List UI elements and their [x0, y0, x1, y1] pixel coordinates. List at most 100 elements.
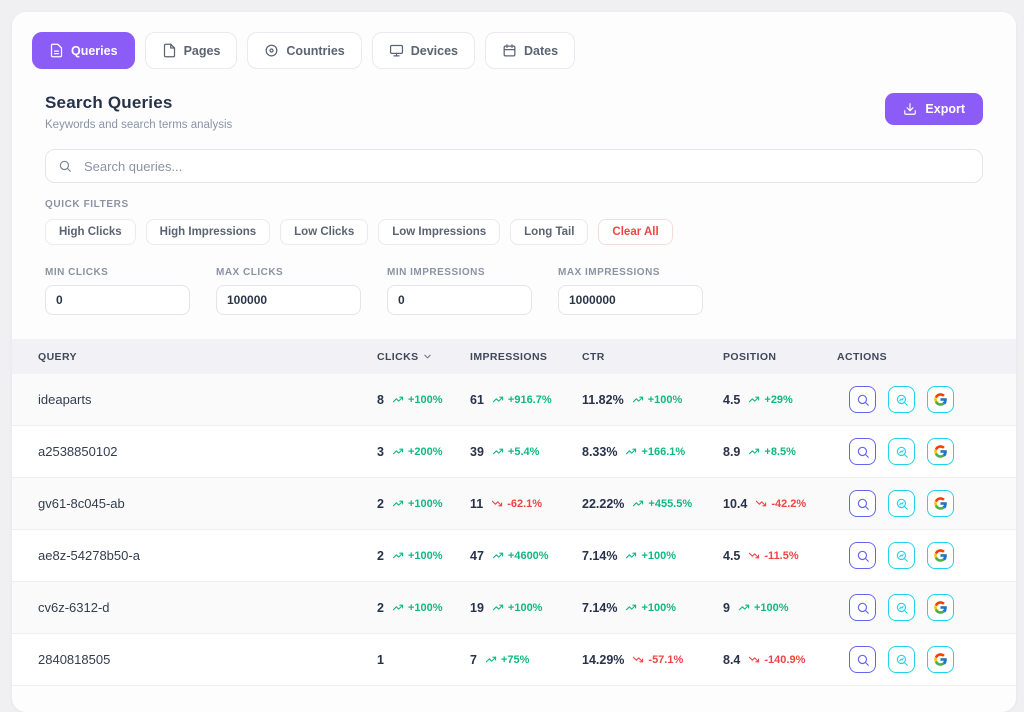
trend-arrow-icon: [391, 394, 405, 405]
search-query-button[interactable]: [849, 594, 876, 621]
tab-countries[interactable]: Countries: [247, 32, 361, 69]
ctr-cell: 8.33% +166.1%: [582, 445, 723, 459]
filter-high-clicks[interactable]: High Clicks: [45, 219, 136, 245]
search-query-button[interactable]: [849, 438, 876, 465]
google-search-button[interactable]: [927, 438, 954, 465]
column-position: POSITION: [723, 351, 837, 363]
download-icon: [903, 102, 917, 116]
filter-long-tail[interactable]: Long Tail: [510, 219, 588, 245]
position-cell: 9 +100%: [723, 601, 837, 615]
analyze-query-button[interactable]: [888, 594, 915, 621]
google-search-button[interactable]: [927, 386, 954, 413]
trend-arrow-icon: [747, 550, 761, 561]
impressions-trend: +4600%: [491, 550, 549, 562]
tab-queries[interactable]: Queries: [32, 32, 135, 69]
actions-cell: [837, 646, 1016, 673]
ctr-trend: +100%: [631, 394, 683, 406]
search-input[interactable]: [45, 149, 983, 183]
trend-arrow-icon: [631, 654, 645, 665]
filter-high-impressions[interactable]: High Impressions: [146, 219, 271, 245]
tab-label: Dates: [524, 44, 558, 58]
magnifier-trend-icon: [895, 549, 909, 563]
trend-arrow-icon: [747, 654, 761, 665]
impressions-cell: 19 +100%: [470, 601, 582, 615]
google-search-button[interactable]: [927, 490, 954, 517]
quick-filter-chips: High Clicks High Impressions Low Clicks …: [45, 219, 983, 245]
query-cell: a2538850102: [12, 444, 377, 459]
ctr-cell: 22.22% +455.5%: [582, 497, 723, 511]
trend-arrow-icon: [391, 498, 405, 509]
position-trend: -42.2%: [754, 498, 806, 510]
ctr-cell: 14.29% -57.1%: [582, 653, 723, 667]
search-query-button[interactable]: [849, 490, 876, 517]
max-impressions-input[interactable]: [558, 285, 703, 315]
filter-low-impressions[interactable]: Low Impressions: [378, 219, 500, 245]
page-icon: [162, 43, 177, 58]
google-search-button[interactable]: [927, 646, 954, 673]
actions-cell: [837, 386, 1016, 413]
clicks-trend: +100%: [391, 602, 443, 614]
analyze-query-button[interactable]: [888, 490, 915, 517]
tab-label: Queries: [71, 44, 118, 58]
max-clicks-label: MAX CLICKS: [216, 267, 361, 278]
trend-arrow-icon: [491, 394, 505, 405]
table-row: gv61-8c045-ab 2 +100% 11 -62.1% 22.22% +…: [12, 478, 1016, 530]
ctr-trend: +100%: [624, 550, 676, 562]
tab-dates[interactable]: Dates: [485, 32, 575, 69]
min-impressions-input[interactable]: [387, 285, 532, 315]
ctr-cell: 7.14% +100%: [582, 601, 723, 615]
impressions-cell: 11 -62.1%: [470, 497, 582, 511]
trend-arrow-icon: [631, 498, 645, 509]
impressions-trend: +5.4%: [491, 446, 540, 458]
tab-pages[interactable]: Pages: [145, 32, 238, 69]
query-cell: cv6z-6312-d: [12, 600, 377, 615]
sort-caret-icon: [422, 351, 433, 362]
clicks-trend: +200%: [391, 446, 443, 458]
search-icon: [58, 159, 72, 173]
tab-label: Devices: [411, 44, 458, 58]
column-impressions: IMPRESSIONS: [470, 351, 582, 363]
impressions-trend: +916.7%: [491, 394, 552, 406]
position-cell: 8.9 +8.5%: [723, 445, 837, 459]
search-query-button[interactable]: [849, 386, 876, 413]
google-logo-icon: [933, 496, 948, 511]
clear-all-button[interactable]: Clear All: [598, 219, 672, 245]
tab-label: Countries: [286, 44, 344, 58]
tab-bar: Queries Pages Countries Devices Dates: [12, 12, 1016, 81]
position-trend: +29%: [747, 394, 792, 406]
position-cell: 8.4 -140.9%: [723, 653, 837, 667]
export-label: Export: [925, 102, 965, 116]
quick-filters-label: QUICK FILTERS: [45, 199, 983, 210]
export-button[interactable]: Export: [885, 93, 983, 125]
trend-arrow-icon: [624, 446, 638, 457]
min-clicks-input[interactable]: [45, 285, 190, 315]
analyze-query-button[interactable]: [888, 386, 915, 413]
magnifier-icon: [856, 601, 870, 615]
tab-devices[interactable]: Devices: [372, 32, 475, 69]
magnifier-trend-icon: [895, 445, 909, 459]
main-panel: Queries Pages Countries Devices Dates Se…: [12, 12, 1016, 712]
magnifier-icon: [856, 653, 870, 667]
google-search-button[interactable]: [927, 594, 954, 621]
trend-arrow-icon: [484, 654, 498, 665]
analyze-query-button[interactable]: [888, 542, 915, 569]
analyze-query-button[interactable]: [888, 438, 915, 465]
actions-cell: [837, 438, 1016, 465]
search-query-button[interactable]: [849, 646, 876, 673]
analyze-query-button[interactable]: [888, 646, 915, 673]
column-clicks[interactable]: CLICKS: [377, 351, 470, 363]
page-header: Search Queries Keywords and search terms…: [45, 93, 983, 131]
search-query-button[interactable]: [849, 542, 876, 569]
impressions-cell: 47 +4600%: [470, 549, 582, 563]
max-clicks-input[interactable]: [216, 285, 361, 315]
queries-table: QUERY CLICKS IMPRESSIONS CTR POSITION AC…: [12, 339, 1016, 686]
trend-arrow-icon: [631, 394, 645, 405]
filter-low-clicks[interactable]: Low Clicks: [280, 219, 368, 245]
impressions-cell: 39 +5.4%: [470, 445, 582, 459]
impressions-trend: -62.1%: [490, 498, 542, 510]
column-query: QUERY: [12, 351, 377, 363]
table-row: ideaparts 8 +100% 61 +916.7% 11.82% +100…: [12, 374, 1016, 426]
clicks-cell: 2 +100%: [377, 497, 470, 511]
google-search-button[interactable]: [927, 542, 954, 569]
position-cell: 4.5 -11.5%: [723, 549, 837, 563]
